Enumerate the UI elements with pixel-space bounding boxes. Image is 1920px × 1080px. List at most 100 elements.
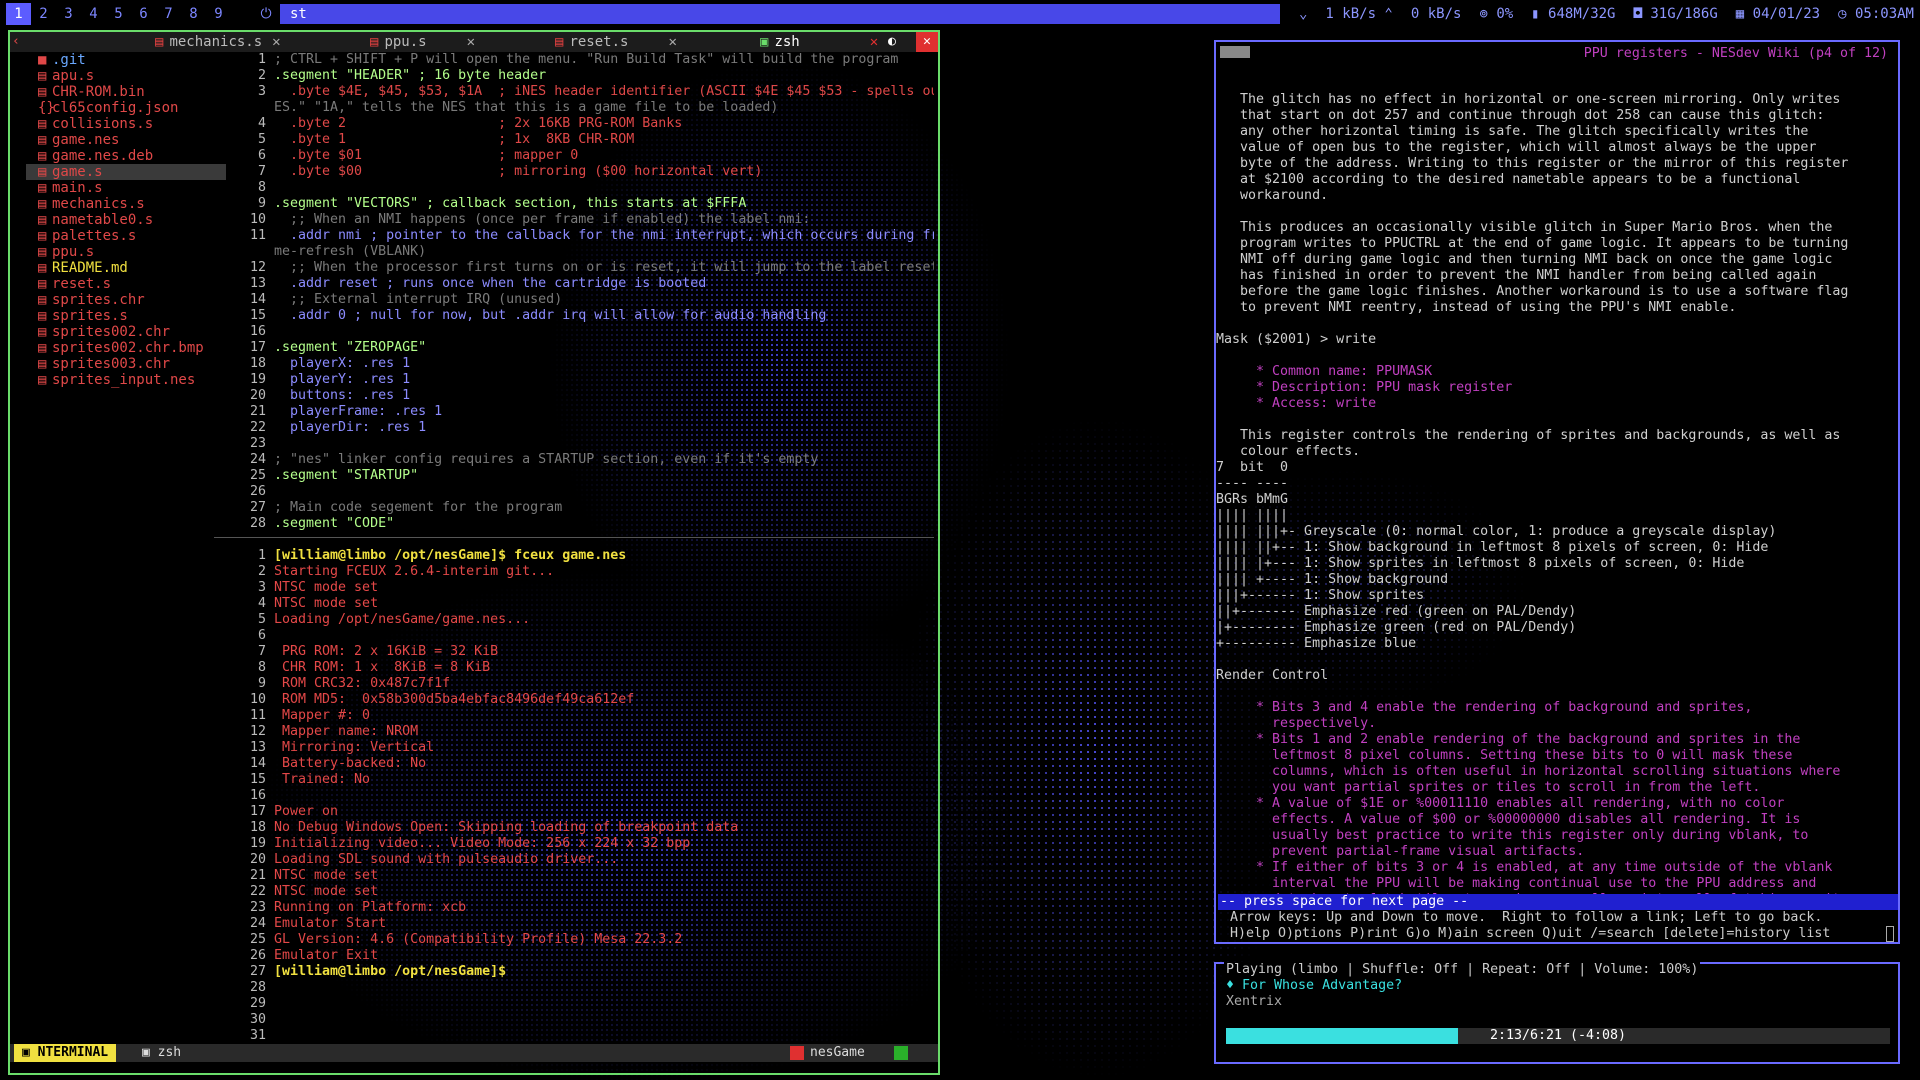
terminal-text: Battery-backed: No (274, 756, 427, 771)
line-number: 26 (249, 484, 266, 499)
power-icon[interactable]: ⏻ (255, 6, 277, 22)
close-icon[interactable]: ✕ (467, 34, 475, 50)
line-number: 2 (257, 68, 266, 83)
terminal-line: 20 Loading SDL sound with pulseaudio driv… (244, 852, 934, 868)
file-icon: ▤ (38, 324, 47, 340)
close-icon[interactable]: ✕ (272, 34, 280, 50)
tree-item[interactable]: ▤ ppu.s (26, 244, 226, 260)
tab-zsh[interactable]: ▣ zsh ✕ (760, 32, 878, 52)
tree-item[interactable]: {}cl65config.json (26, 100, 226, 116)
clock: ◷ 05:03AM (1838, 6, 1914, 22)
tree-item[interactable]: ▤ sprites002.chr.bmp (26, 340, 226, 356)
file-icon: ▤ (38, 260, 47, 276)
folder-icon: ■ (38, 52, 47, 68)
artist-name: Xentrix (1226, 994, 1283, 1009)
code-text: ; Main code segement for the program (274, 500, 563, 515)
music-player-window[interactable]: Playing (limbo | Shuffle: Off | Repeat: … (1214, 962, 1900, 1064)
workspace-6[interactable]: 6 (131, 3, 156, 25)
pager-prompt: -- press space for next page -- (1218, 894, 1898, 910)
tab-mechanics[interactable]: ▤ mechanics.s ✕ (155, 32, 281, 52)
close-icon[interactable]: ✕ (870, 34, 878, 50)
tree-item-label: nametable0.s (52, 212, 154, 228)
line-number: 28 (249, 980, 266, 995)
tree-item[interactable]: ▤ game.nes (26, 132, 226, 148)
code-line: 10 ;; When an NMI happens (once per fram… (244, 212, 934, 228)
scrollbar[interactable] (1886, 926, 1894, 942)
tree-item[interactable]: ▤ README.md (26, 260, 226, 276)
tree-item[interactable]: ▤ main.s (26, 180, 226, 196)
tree-item-label: apu.s (52, 68, 95, 84)
terminal-text: ROM MD5: 0x58b300d5ba4ebfac8496def49ca61… (274, 692, 635, 707)
page-line: to prevent NMI reentry, instead of using… (1216, 300, 1737, 315)
tab-ppu[interactable]: ▤ ppu.s ✕ (370, 32, 475, 52)
tree-item[interactable]: ▤ nametable0.s (26, 212, 226, 228)
workspace-3[interactable]: 3 (56, 3, 81, 25)
line-number: 24 (249, 916, 266, 931)
tree-item[interactable]: ▤ game.s (26, 164, 226, 180)
position-indicator (894, 1046, 908, 1060)
tab-reset[interactable]: ▤ reset.s ✕ (555, 32, 677, 52)
terminal-line: 12 Mapper name: NROM (244, 724, 934, 740)
workspace-8[interactable]: 8 (181, 3, 206, 25)
disk-usage: ◘ 31G/186G (1633, 6, 1718, 22)
code-line: 12 ;; When the processor first turns on … (244, 260, 934, 276)
page-line: This register controls the rendering of … (1216, 428, 1841, 443)
line-number: 5 (257, 612, 266, 627)
workspace-7[interactable]: 7 (156, 3, 181, 25)
tree-item[interactable]: ▤ sprites.chr (26, 292, 226, 308)
tree-item[interactable]: ▤ game.nes.deb (26, 148, 226, 164)
tree-item[interactable]: ▤ reset.s (26, 276, 226, 292)
project-name: nesGame (810, 1045, 865, 1060)
workspace-5[interactable]: 5 (106, 3, 131, 25)
workspace-4[interactable]: 4 (81, 3, 106, 25)
file-tree: ■ .git ▤ apu.s ▤ CHR-ROM.bin {}cl65config.json… (26, 52, 226, 388)
lynx-browser-window[interactable]: PPU registers - NESdev Wiki (p4 of 12) T… (1214, 40, 1900, 944)
close-icon[interactable]: ✕ (668, 34, 676, 50)
code-text: playerX: .res 1 (274, 356, 411, 371)
page-line: that start on dot 257 and continue throu… (1216, 108, 1825, 123)
help-line: Arrow keys: Up and Down to move. Right t… (1230, 910, 1823, 925)
line-number: 12 (249, 260, 266, 275)
progress-bar[interactable]: 2:13/6:21 (-4:08) (1226, 1028, 1890, 1044)
file-icon: ▤ (38, 196, 47, 212)
terminal-text: Loading /opt/nesGame/game.nes... (274, 612, 531, 627)
code-line: 11 .addr nmi ; pointer to the callback f… (244, 228, 934, 244)
terminal-pane[interactable]: 1 [william@limbo /opt/nesGame]$ fceux gam… (244, 548, 934, 1044)
page-line: BGRs bMmG (1216, 492, 1289, 507)
tree-item[interactable]: ▤ palettes.s (26, 228, 226, 244)
code-line: 27 ; Main code segement for the program (244, 500, 934, 516)
page-line: value of open bus to the register, which… (1216, 140, 1817, 155)
page-line (1216, 76, 1898, 92)
file-icon: ▤ (155, 34, 164, 50)
editor-pane[interactable]: 1 ; CTRL + SHIFT + P will open the menu. … (244, 52, 934, 532)
split-divider[interactable] (214, 537, 934, 538)
code-line: 14 ;; External interrupt IRQ (unused) (244, 292, 934, 308)
tree-item[interactable]: ▤ sprites002.chr (26, 324, 226, 340)
tree-item[interactable]: ▤ apu.s (26, 68, 226, 84)
page-line: |||| |||| (1216, 508, 1289, 523)
tree-item[interactable]: ▤ collisions.s (26, 116, 226, 132)
nvim-window[interactable]: ‹ ▤ mechanics.s ✕ ▤ ppu.s ✕ ▤ reset.s ✕ ▣ zsh ✕ … (8, 30, 940, 1075)
tree-item[interactable]: ▤ CHR-ROM.bin (26, 84, 226, 100)
tree-item[interactable]: ▤ sprites003.chr (26, 356, 226, 372)
tree-item[interactable]: ▤ mechanics.s (26, 196, 226, 212)
toggle-icon[interactable]: ◐ (888, 32, 896, 52)
terminal-line: 23 Running on Platform: xcb (244, 900, 934, 916)
workspace-2[interactable]: 2 (31, 3, 56, 25)
code-text: .segment "VECTORS" ; callback section, t… (274, 196, 747, 211)
chevron-down-icon[interactable]: ⌄ (1299, 6, 1307, 22)
line-number: 17 (249, 804, 266, 819)
terminal-text: [william@limbo /opt/nesGame]$ (274, 964, 507, 979)
page-line: |||| |||+- Greyscale (0: normal color, 1… (1216, 524, 1777, 539)
tree-item[interactable]: ■ .git (26, 52, 226, 68)
memory-usage: ▮ 648M/32G (1531, 6, 1616, 22)
tree-item[interactable]: ▤ sprites_input.nes (26, 372, 226, 388)
app-icon (1220, 46, 1250, 58)
line-number: 6 (257, 148, 266, 163)
terminal-line: 18 No Debug Windows Open: Skipping loadin… (244, 820, 934, 836)
workspace-1[interactable]: 1 (6, 3, 31, 25)
workspace-9[interactable]: 9 (206, 3, 231, 25)
close-window-button[interactable]: ✕ (916, 32, 938, 52)
page-line: before the game logic finishes. Another … (1216, 284, 1849, 299)
tree-item[interactable]: ▤ sprites.s (26, 308, 226, 324)
